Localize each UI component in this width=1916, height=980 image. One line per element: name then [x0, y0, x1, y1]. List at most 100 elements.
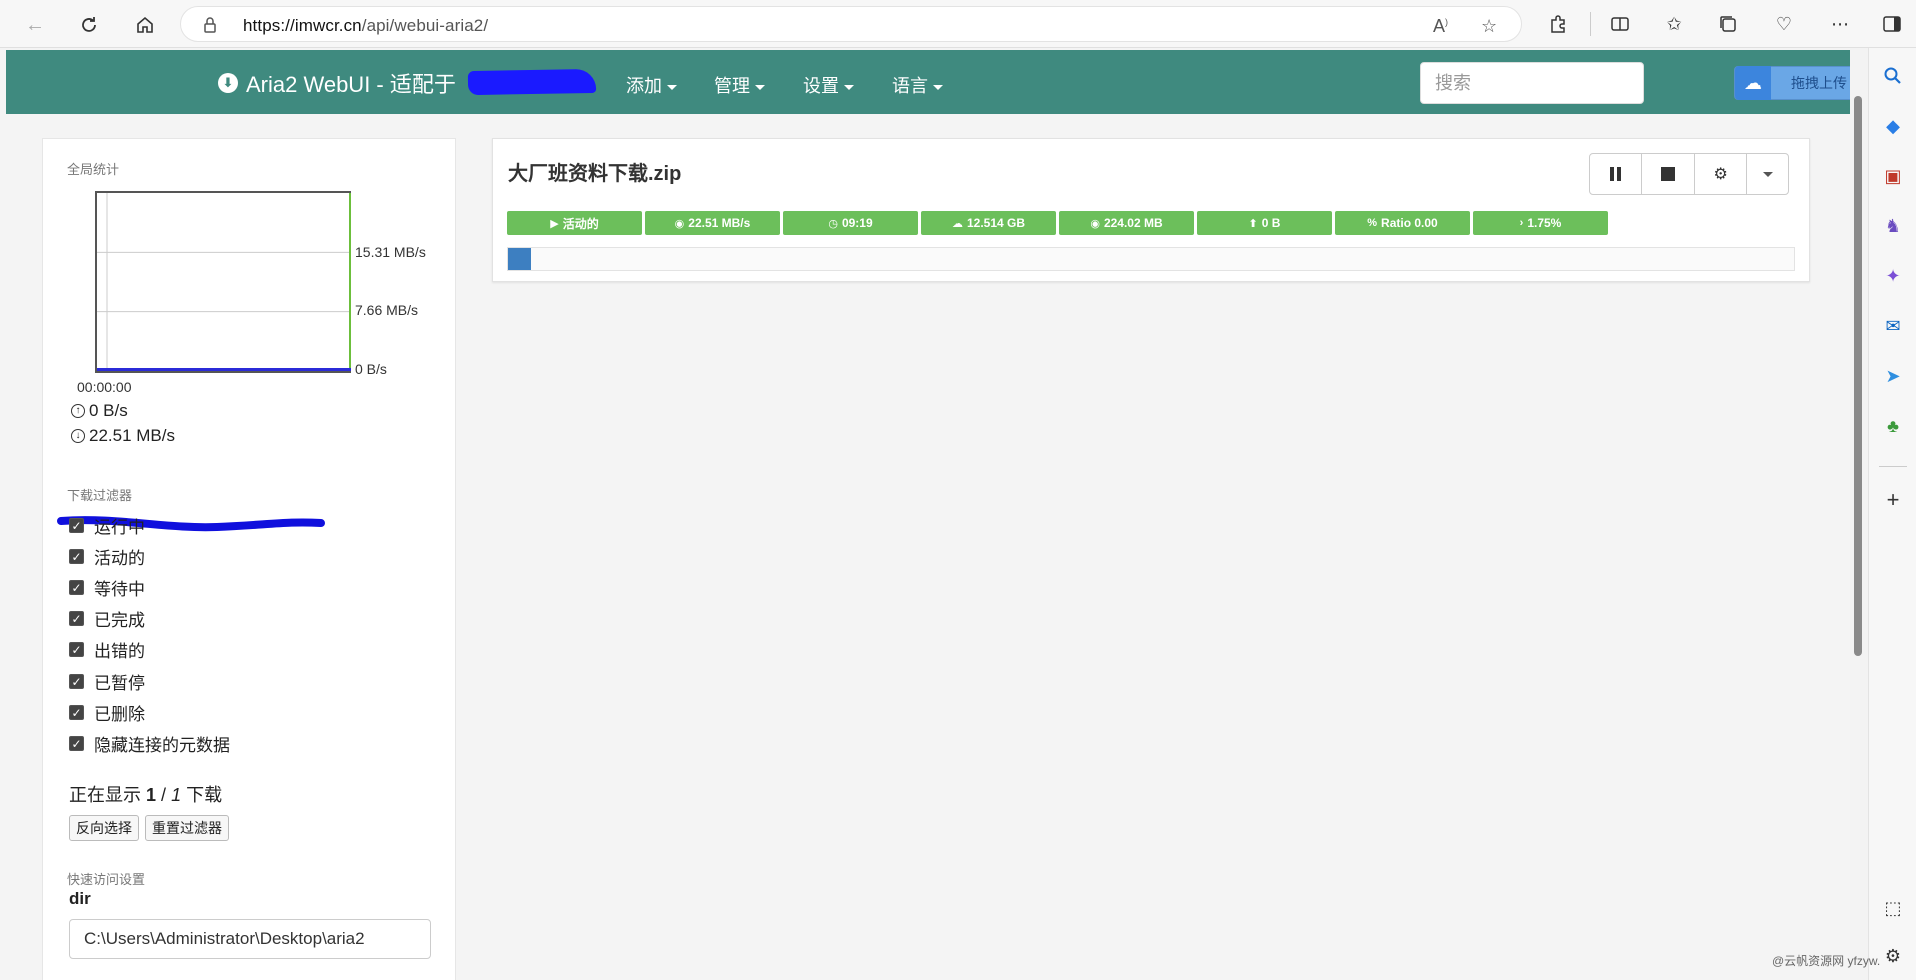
download-arrow-icon: ↓: [71, 429, 85, 443]
upload-speed-value: 0 B/s: [89, 401, 128, 420]
download-controls: ⚙: [1589, 153, 1789, 195]
stat-badge: % Ratio 0.00: [1335, 211, 1470, 235]
progress-bar: [507, 247, 1795, 271]
showing-count: 正在显示 1 / 1 下载: [69, 785, 223, 805]
collections-icon[interactable]: [1716, 12, 1740, 36]
outlook-icon[interactable]: ✉: [1881, 314, 1905, 338]
add-icon[interactable]: +: [1881, 487, 1905, 512]
invert-selection-button[interactable]: 反向选择: [69, 815, 139, 841]
checkbox-checked-icon[interactable]: ✓: [69, 580, 84, 595]
checkbox-checked-icon[interactable]: ✓: [69, 611, 84, 626]
stat-badge-text: 1.75%: [1527, 216, 1562, 230]
settings-button[interactable]: ⚙: [1695, 154, 1748, 194]
browser-essentials-icon[interactable]: ♡: [1772, 12, 1796, 36]
send-icon[interactable]: ➤: [1881, 364, 1905, 388]
lock-icon[interactable]: [203, 16, 217, 39]
filter-waiting[interactable]: ✓ 等待中: [69, 575, 145, 600]
dir-input[interactable]: C:\Users\Administrator\Desktop\aria2: [69, 919, 431, 959]
menu-add[interactable]: 添加: [626, 72, 677, 98]
filter-active[interactable]: ✓ 活动的: [69, 544, 145, 569]
url-text[interactable]: https://imwcr.cn/api/webui-aria2/: [243, 16, 488, 36]
stop-button[interactable]: [1642, 154, 1695, 194]
edge-sidebar: ◆ ▣ ♞ ✦ ✉ ➤ ♣ + ⬚ ⚙: [1868, 48, 1916, 980]
brand-title: Aria2 WebUI - 适配于: [246, 72, 456, 97]
toolbar-divider: [1590, 12, 1591, 36]
checkbox-checked-icon[interactable]: ✓: [69, 736, 84, 751]
pause-icon: [1609, 167, 1623, 181]
stat-badge-text: 224.02 MB: [1103, 216, 1163, 230]
speed-chart-svg: [97, 193, 351, 371]
upload-speed: ↑ 0 B/s: [71, 401, 128, 421]
redaction-scribble: [467, 68, 597, 96]
tools-icon[interactable]: ▣: [1881, 164, 1905, 188]
stat-badge-text: 12.514 GB: [966, 216, 1026, 230]
filter-error[interactable]: ✓ 出错的: [69, 637, 145, 662]
cloud-download-icon: ☁: [951, 217, 963, 230]
tree-icon[interactable]: ♣: [1881, 414, 1905, 438]
more-options-icon[interactable]: ⋯: [1828, 12, 1852, 36]
stop-icon: [1661, 167, 1676, 181]
filter-complete[interactable]: ✓ 已完成: [69, 606, 145, 631]
aria2-navbar: ⬇ Aria2 WebUI - 适配于 添加 管理 设置 语言 搜索 ☁ 拖拽上…: [6, 50, 1850, 114]
favorite-star-icon[interactable]: ☆: [1481, 16, 1497, 37]
stat-badge-text: 09:19: [841, 216, 873, 230]
menu-manage[interactable]: 管理: [714, 72, 765, 98]
search-input[interactable]: 搜索: [1420, 62, 1644, 104]
brand[interactable]: ⬇ Aria2 WebUI - 适配于: [218, 67, 456, 99]
x-tick-label: 00:00:00: [77, 379, 132, 395]
search-icon[interactable]: [1881, 64, 1905, 88]
checkbox-checked-icon[interactable]: ✓: [69, 642, 84, 657]
download-card[interactable]: 大厂班资料下载.zip ⚙ ▶ 活动的 ◉ 22.51 MB/s ◷ 09:19 ☁ 12.5…: [492, 138, 1810, 282]
games-icon[interactable]: ♞: [1881, 214, 1905, 238]
caret-down-icon: [667, 84, 677, 90]
drag-upload-button[interactable]: ☁ 拖拽上传: [1734, 66, 1850, 100]
stat-badge: ⬆ 0 B: [1197, 211, 1332, 235]
speed-chart: [95, 191, 351, 373]
extensions-icon[interactable]: [1546, 12, 1570, 36]
download-name[interactable]: 大厂班资料下载.zip: [508, 157, 681, 186]
menu-language[interactable]: 语言: [892, 72, 943, 98]
more-dropdown-button[interactable]: [1747, 154, 1788, 194]
filter-running[interactable]: ✓ 运行中: [69, 513, 145, 538]
stat-badge-text: 活动的: [562, 216, 599, 231]
pause-button[interactable]: [1590, 154, 1643, 194]
menu-settings[interactable]: 设置: [803, 72, 854, 98]
screenshot-icon[interactable]: ⬚: [1881, 896, 1905, 920]
webpage: ⬇ Aria2 WebUI - 适配于 添加 管理 设置 语言 搜索 ☁ 拖拽上…: [0, 48, 1850, 980]
percent-icon: %: [1367, 217, 1378, 229]
shopping-tag-icon[interactable]: ◆: [1881, 114, 1905, 138]
caret-down-icon: [933, 84, 943, 90]
stat-badge: ◷ 09:19: [783, 211, 918, 235]
checkbox-checked-icon[interactable]: ✓: [69, 549, 84, 564]
copilot-icon[interactable]: ✦: [1881, 264, 1905, 288]
download-size-icon: ◉: [1090, 217, 1100, 230]
read-aloud-icon[interactable]: A): [1433, 16, 1448, 37]
filter-paused[interactable]: ✓ 已暂停: [69, 669, 145, 694]
checkbox-checked-icon[interactable]: ✓: [69, 674, 84, 689]
stat-badge: ▶ 活动的: [507, 211, 642, 235]
stats-title: 全局统计: [67, 162, 120, 177]
split-screen-icon[interactable]: [1608, 12, 1632, 36]
download-speed: ↓ 22.51 MB/s: [71, 426, 175, 446]
browser-toolbar: ← https://imwcr.cn/api/webui-aria2/ A) ☆…: [0, 0, 1916, 48]
filter-removed[interactable]: ✓ 已删除: [69, 700, 145, 725]
back-icon[interactable]: ←: [20, 10, 50, 40]
scroll-thumb[interactable]: [1854, 96, 1862, 656]
filter-hide-metadata[interactable]: ✓ 隐藏连接的元数据: [69, 731, 230, 756]
refresh-icon[interactable]: [74, 10, 104, 40]
favorites-icon[interactable]: ✩: [1662, 12, 1686, 36]
address-bar[interactable]: https://imwcr.cn/api/webui-aria2/ A) ☆: [180, 6, 1522, 42]
checkbox-checked-icon[interactable]: ✓: [69, 518, 84, 533]
filters-title: 下载过滤器: [67, 488, 133, 503]
page-scrollbar[interactable]: [1850, 56, 1862, 980]
upload-icon: ⬆: [1248, 217, 1258, 230]
sidebar-toggle-icon[interactable]: [1880, 12, 1904, 36]
home-icon[interactable]: [130, 10, 160, 40]
settings-gear-icon[interactable]: ⚙: [1881, 944, 1905, 968]
caret-down-icon: [844, 84, 854, 90]
reset-filters-button[interactable]: 重置过滤器: [145, 815, 229, 841]
y-tick-label: 0 B/s: [355, 361, 387, 377]
checkbox-checked-icon[interactable]: ✓: [69, 705, 84, 720]
stat-badge: ◉ 22.51 MB/s: [645, 211, 780, 235]
stat-badge-text: Ratio 0.00: [1381, 216, 1438, 230]
